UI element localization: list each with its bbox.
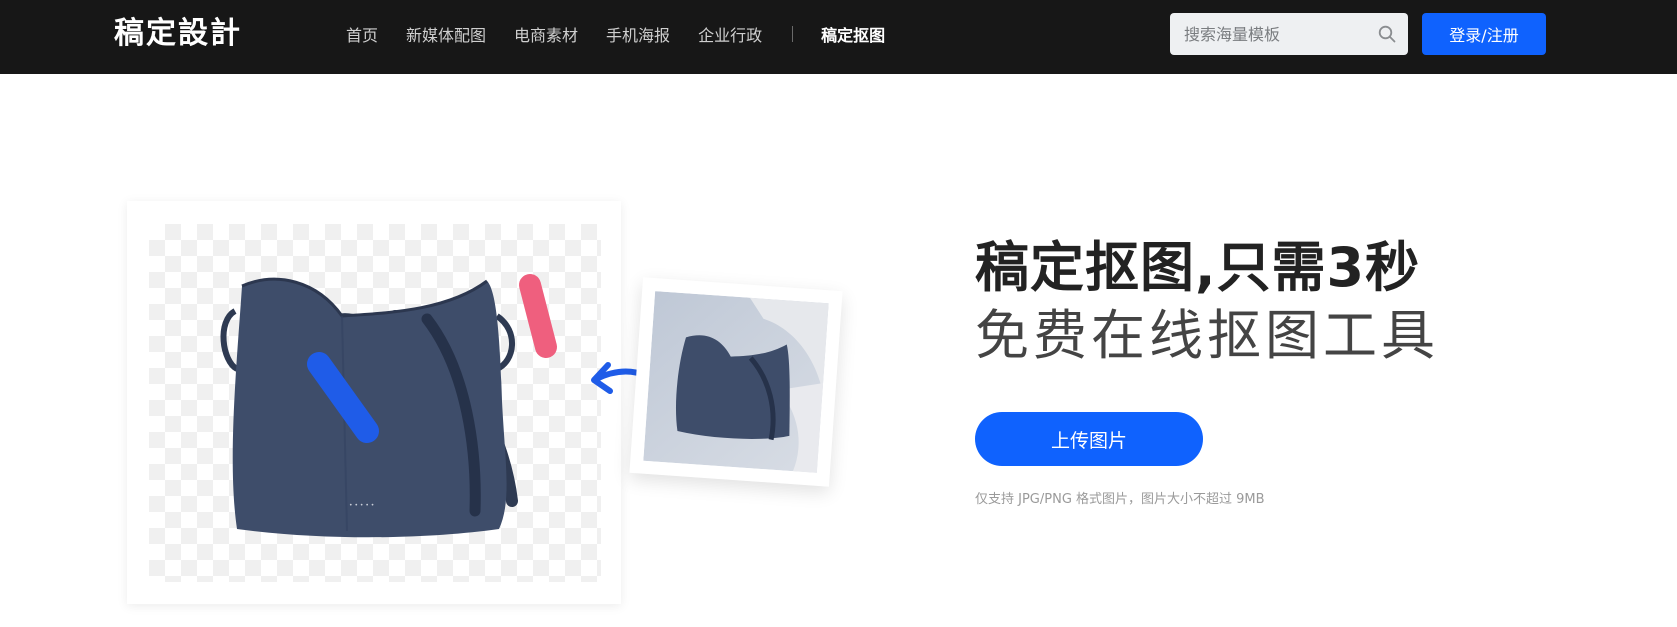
search-input[interactable] [1184,13,1364,55]
nav-item-ecommerce[interactable]: 电商素材 [514,22,578,46]
nav-item-enterprise[interactable]: 企业行政 [698,22,762,46]
original-bag-photo [643,291,829,473]
search-icon[interactable] [1378,25,1396,43]
nav-item-home[interactable]: 首页 [346,22,378,46]
hero-title: 稿定抠图,只需3秒 [975,236,1421,299]
brand-logo[interactable]: 稿定設計 [114,14,242,54]
original-photo-card [629,277,843,487]
svg-text:• • • • •: • • • • • [349,502,374,509]
login-register-button[interactable]: 登录/注册 [1422,13,1546,55]
nav-divider [792,26,794,42]
main-nav: 首页 新媒体配图 电商素材 手机海报 企业行政 稿定抠图 [346,0,913,68]
upload-hint: 仅支持 JPG/PNG 格式图片，图片大小不超过 9MB [975,492,1265,507]
nav-item-cutout[interactable]: 稿定抠图 [821,22,885,46]
nav-item-new-media[interactable]: 新媒体配图 [406,22,486,46]
nav-item-mobile-poster[interactable]: 手机海报 [606,22,670,46]
cutout-result-card: • • • • • [127,201,621,604]
search-box [1170,13,1408,55]
hero-subtitle: 免费在线抠图工具 [975,304,1439,367]
top-nav-bar: 稿定設計 首页 新媒体配图 电商素材 手机海报 企业行政 稿定抠图 登录/注册 [0,0,1677,74]
upload-image-button[interactable]: 上传图片 [975,412,1203,466]
cutout-bag-illustration: • • • • • [220,274,557,538]
